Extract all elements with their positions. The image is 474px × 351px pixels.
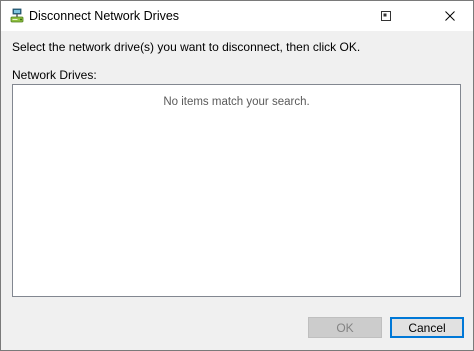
dialog-footer: OK Cancel [1,307,473,350]
network-drives-label: Network Drives: [12,68,97,82]
empty-list-message: No items match your search. [163,96,310,108]
instructions-text: Select the network drive(s) you want to … [12,40,361,54]
title-bar[interactable]: Disconnect Network Drives [1,1,473,31]
ok-button[interactable]: OK [308,317,382,338]
disconnect-network-drives-dialog: Disconnect Network Drives Select the net… [0,0,474,351]
cancel-button[interactable]: Cancel [390,317,464,338]
close-icon[interactable] [427,1,473,31]
window-title: Disconnect Network Drives [29,9,180,23]
help-window-icon[interactable] [363,1,409,31]
network-drives-list[interactable]: No items match your search. [12,84,461,297]
network-drive-icon [9,8,25,24]
